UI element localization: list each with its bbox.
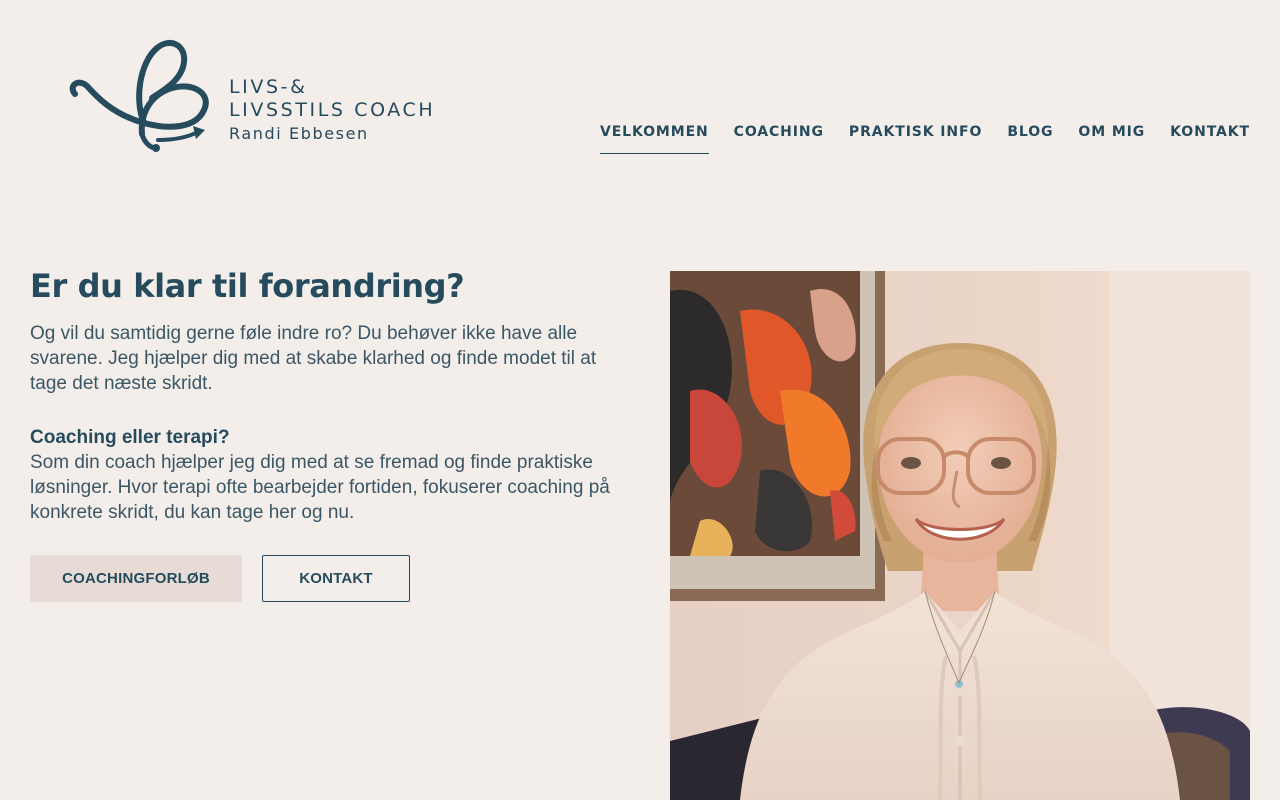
hero-buttons: COACHINGFORLØB KONTAKT (30, 555, 410, 602)
hero-title: Er du klar til forandring? (30, 267, 465, 305)
nav-item-om-mig[interactable]: OM MIG (1078, 120, 1145, 154)
hero-subheading: Coaching eller terapi? (30, 427, 230, 448)
logo-line-2: LIVSSTILS COACH (229, 99, 436, 121)
kontakt-button[interactable]: KONTAKT (262, 555, 410, 602)
logo-line-1: LIVS-& (229, 76, 308, 98)
nav-item-blog[interactable]: BLOG (1007, 120, 1053, 154)
coachingforloeb-button[interactable]: COACHINGFORLØB (30, 555, 242, 602)
nav-item-kontakt[interactable]: KONTAKT (1170, 120, 1250, 154)
logo-name: Randi Ebbesen (229, 124, 369, 143)
hero-intro: Og vil du samtidig gerne føle indre ro? … (30, 323, 597, 394)
nav-item-coaching[interactable]: COACHING (734, 120, 824, 154)
butterfly-logo-icon (69, 40, 209, 152)
logo-text: LIVS-& LIVSSTILS COACH Randi Ebbesen (229, 76, 435, 145)
nav-item-velkommen[interactable]: VELKOMMEN (599, 120, 709, 154)
portrait-photo (670, 271, 1250, 800)
hero-text: Er du klar til forandring? Og vil du sam… (30, 264, 620, 525)
portrait-illustration (670, 271, 1250, 800)
hero-body: Som din coach hjælper jeg dig med at se … (30, 452, 610, 523)
site-logo[interactable]: LIVS-& LIVSSTILS COACH Randi Ebbesen (62, 38, 442, 154)
nav-item-praktisk-info[interactable]: PRAKTISK INFO (849, 120, 982, 154)
main-nav: VELKOMMEN COACHING PRAKTISK INFO BLOG OM… (599, 120, 1250, 154)
site-header: LIVS-& LIVSSTILS COACH Randi Ebbesen VEL… (0, 0, 1280, 190)
